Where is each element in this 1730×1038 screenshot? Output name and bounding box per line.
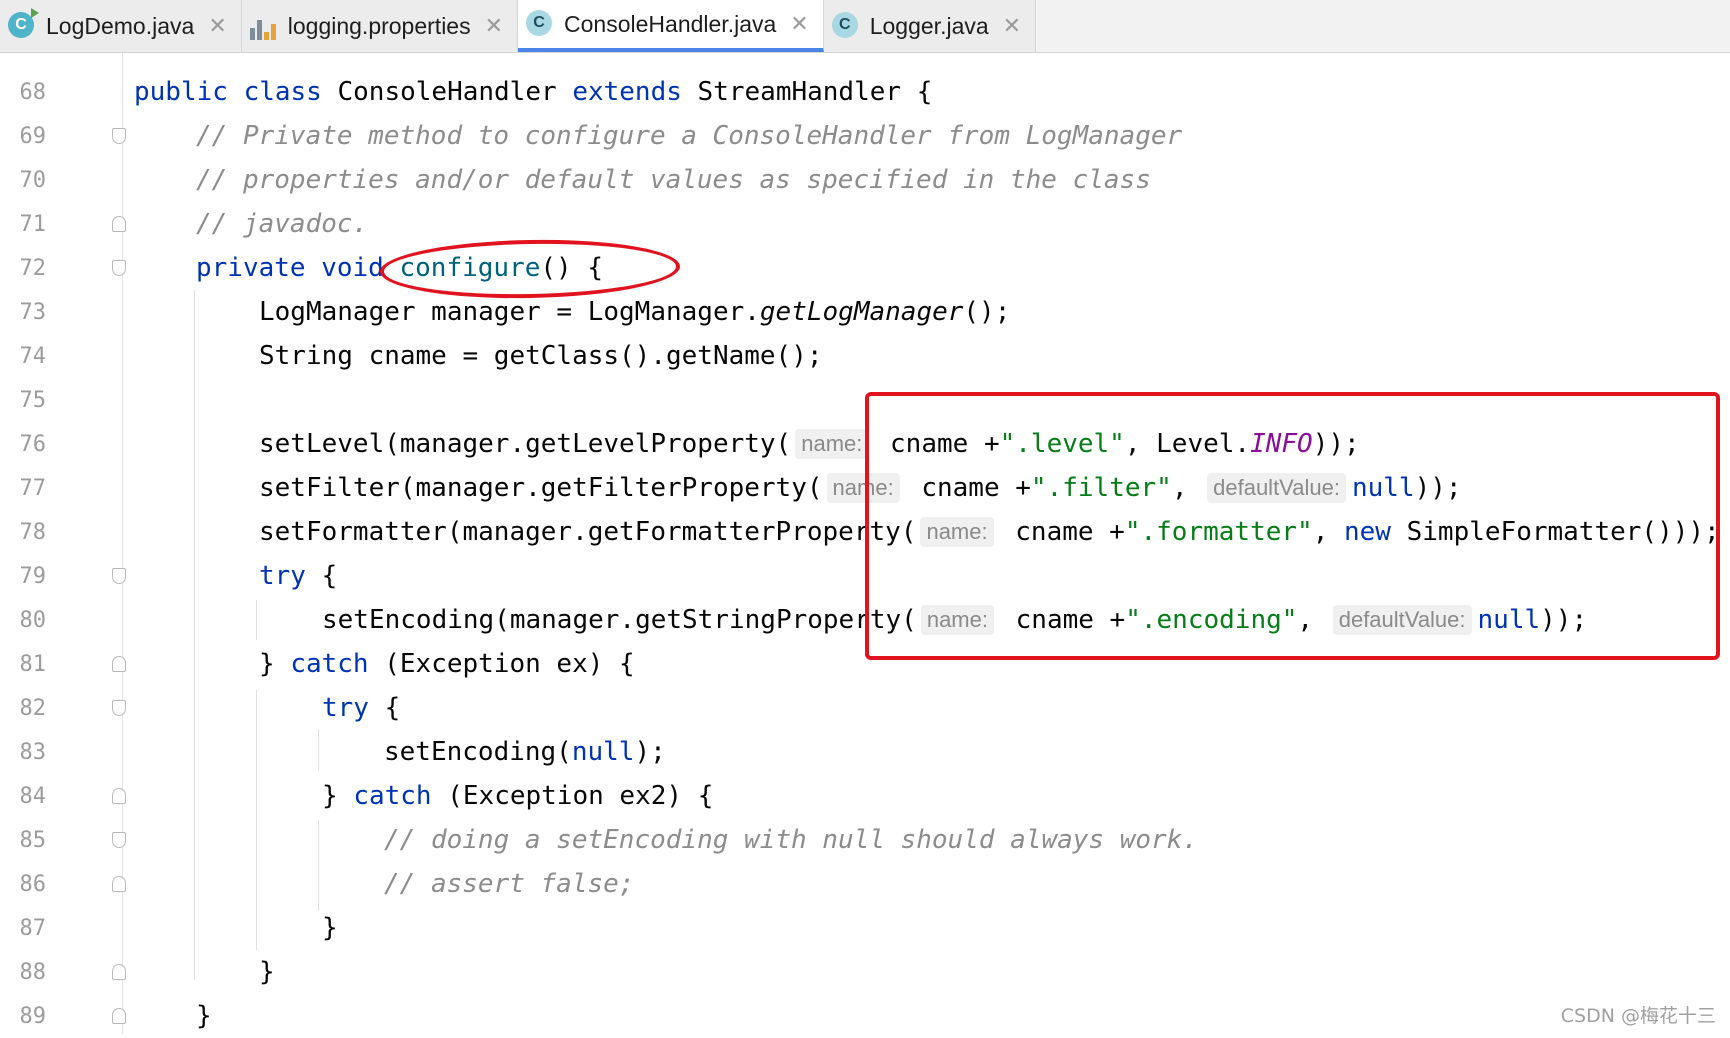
code-text: } catch (Exception ex2) { bbox=[322, 781, 714, 811]
tab-consolehandler[interactable]: C ConsoleHandler.java ✕ bbox=[518, 0, 824, 52]
code-line: 88 } bbox=[0, 950, 1730, 994]
fold-marker-icon[interactable] bbox=[112, 568, 126, 584]
tab-logger[interactable]: C Logger.java ✕ bbox=[823, 0, 1037, 52]
code-text: } bbox=[259, 957, 275, 987]
watermark: CSDN @梅花十三 bbox=[1560, 1005, 1716, 1027]
parameter-hint: name: bbox=[795, 429, 869, 459]
code-line: 85 // doing a setEncoding with null shou… bbox=[0, 818, 1730, 862]
tab-logdemo[interactable]: C LogDemo.java ✕ bbox=[0, 0, 242, 52]
code-text: String cname = getClass().getName(); bbox=[259, 341, 823, 371]
line-number: 77 bbox=[19, 475, 47, 501]
code-line: 86 // assert false; bbox=[0, 862, 1730, 906]
code-line: 73 LogManager manager = LogManager. getLo… bbox=[0, 290, 1730, 334]
line-number: 76 bbox=[19, 431, 47, 457]
fold-marker-icon[interactable] bbox=[112, 832, 126, 848]
line-number: 80 bbox=[19, 607, 47, 633]
code-text: try { bbox=[259, 561, 338, 591]
fold-marker-icon[interactable] bbox=[112, 700, 126, 716]
line-number: 81 bbox=[19, 651, 47, 677]
code-line: 82 try { bbox=[0, 686, 1730, 730]
close-icon[interactable]: ✕ bbox=[790, 11, 808, 37]
line-number: 78 bbox=[19, 519, 47, 545]
fold-marker-icon[interactable] bbox=[112, 260, 126, 276]
java-class-icon: C bbox=[831, 12, 860, 40]
code-text: } bbox=[196, 1001, 212, 1031]
line-number: 83 bbox=[19, 739, 47, 765]
code-text: LogManager manager = LogManager. getLogMa… bbox=[259, 297, 1011, 327]
code-text: } catch (Exception ex) { bbox=[259, 649, 635, 679]
code-text: public class ConsoleHandler extends Stre… bbox=[134, 77, 933, 107]
code-comment: // doing a setEncoding with null should … bbox=[384, 825, 1198, 855]
code-line: 68 public class ConsoleHandler extends S… bbox=[0, 70, 1730, 114]
code-comment: // properties and/or default values as s… bbox=[196, 165, 1151, 195]
close-icon[interactable]: ✕ bbox=[485, 13, 503, 39]
code-text: } bbox=[322, 913, 338, 943]
line-number: 68 bbox=[19, 79, 47, 105]
editor-tab-bar: C LogDemo.java ✕ logging.properties ✕ C … bbox=[0, 0, 1730, 53]
line-number: 85 bbox=[19, 827, 47, 853]
tab-logging-properties[interactable]: logging.properties ✕ bbox=[241, 0, 519, 52]
tab-label: Logger.java bbox=[869, 12, 989, 39]
fold-marker-icon[interactable] bbox=[112, 216, 126, 232]
highlight-rectangle bbox=[865, 392, 1720, 660]
close-icon[interactable]: ✕ bbox=[208, 13, 226, 39]
line-number: 86 bbox=[19, 871, 47, 897]
line-number: 89 bbox=[19, 1003, 47, 1029]
tab-label: ConsoleHandler.java bbox=[564, 10, 777, 37]
code-line: 72 private void configure() { bbox=[0, 246, 1730, 290]
code-line: 71 // javadoc. bbox=[0, 202, 1730, 246]
line-number: 71 bbox=[19, 211, 47, 237]
fold-marker-icon[interactable] bbox=[112, 128, 126, 144]
code-comment: // javadoc. bbox=[196, 209, 369, 239]
java-class-icon: C bbox=[526, 10, 554, 38]
fold-marker-icon[interactable] bbox=[112, 964, 126, 980]
close-icon[interactable]: ✕ bbox=[1003, 13, 1021, 39]
line-number: 87 bbox=[19, 915, 47, 941]
code-text: try { bbox=[322, 693, 401, 723]
code-comment: // Private method to configure a Console… bbox=[196, 121, 1183, 151]
fold-marker-icon[interactable] bbox=[112, 788, 126, 804]
tab-label: LogDemo.java bbox=[46, 12, 195, 39]
fold-marker-icon[interactable] bbox=[112, 876, 126, 892]
line-number: 74 bbox=[19, 343, 47, 369]
line-number: 88 bbox=[19, 959, 47, 985]
code-text: setEncoding(null); bbox=[384, 737, 666, 767]
line-number: 75 bbox=[19, 387, 47, 413]
code-line: 69 // Private method to configure a Cons… bbox=[0, 114, 1730, 158]
java-class-run-icon: C bbox=[8, 8, 39, 40]
properties-file-icon bbox=[249, 12, 278, 40]
tab-label: logging.properties bbox=[287, 12, 471, 39]
code-line: 87 } bbox=[0, 906, 1730, 950]
line-number: 82 bbox=[19, 695, 47, 721]
line-number: 69 bbox=[19, 123, 47, 149]
line-number: 72 bbox=[19, 255, 47, 281]
code-line: 70 // properties and/or default values a… bbox=[0, 158, 1730, 202]
fold-marker-icon[interactable] bbox=[112, 656, 126, 672]
code-line: 83 setEncoding(null); bbox=[0, 730, 1730, 774]
line-number: 79 bbox=[19, 563, 47, 589]
code-line: 84 } catch (Exception ex2) { bbox=[0, 774, 1730, 818]
code-comment: // assert false; bbox=[384, 869, 635, 899]
line-number: 70 bbox=[19, 167, 47, 193]
code-line: 89 } bbox=[0, 994, 1730, 1038]
code-line: 74 String cname = getClass().getName(); bbox=[0, 334, 1730, 378]
line-number: 73 bbox=[19, 299, 47, 325]
line-number: 84 bbox=[19, 783, 47, 809]
fold-marker-icon[interactable] bbox=[112, 1008, 126, 1024]
